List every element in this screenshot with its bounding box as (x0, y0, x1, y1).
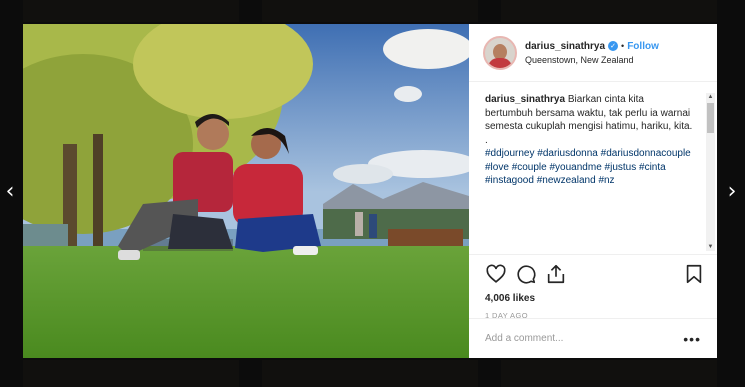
heart-icon[interactable] (485, 263, 507, 285)
hashtag-link[interactable]: #love (485, 162, 509, 173)
caption-username[interactable]: darius_sinathrya (485, 94, 565, 105)
post-header: darius_sinathrya ✓ • Follow Queenstown, … (469, 24, 717, 82)
previous-post-button[interactable]: ‹ (0, 180, 20, 204)
username-link[interactable]: darius_sinathrya (525, 41, 605, 52)
hashtag-link[interactable]: #newzealand (537, 175, 596, 186)
comment-input[interactable] (485, 333, 684, 344)
comment-icon[interactable] (515, 263, 537, 285)
avatar[interactable] (483, 35, 517, 70)
hashtag-link[interactable]: #dariusdonnacouple (601, 148, 691, 159)
header-line: darius_sinathrya ✓ • Follow (525, 41, 659, 52)
hashtag-link[interactable]: #couple (512, 162, 547, 173)
avatar-body (488, 57, 512, 68)
caption-scroll-area[interactable]: darius_sinathrya Biarkan cinta kita bert… (469, 83, 717, 251)
share-icon[interactable] (545, 263, 567, 285)
verified-badge-icon: ✓ (608, 41, 619, 51)
bookmark-icon[interactable] (683, 263, 705, 285)
hashtag-link[interactable]: #justus (605, 162, 637, 173)
action-icons-row (485, 258, 702, 290)
post-sidebar: darius_sinathrya ✓ • Follow Queenstown, … (469, 24, 717, 358)
hashtag-link[interactable]: #youandme (550, 162, 602, 173)
header-text: darius_sinathrya ✓ • Follow Queenstown, … (525, 41, 659, 65)
hashtag-link[interactable]: #cinta (639, 162, 666, 173)
post-photo (23, 24, 469, 358)
separator-dot: • (621, 41, 625, 51)
scroll-down-arrow-icon[interactable]: ▼ (707, 243, 714, 251)
next-post-button[interactable]: › (722, 180, 742, 204)
post-modal: darius_sinathrya ✓ • Follow Queenstown, … (23, 24, 717, 358)
hashtag-link[interactable]: #dariusdonna (537, 148, 598, 159)
hashtag-link[interactable]: #ddjourney (485, 148, 534, 159)
comment-form: ••• (469, 318, 717, 358)
more-options-button[interactable]: ••• (683, 332, 701, 346)
hashtag-link[interactable]: #instagood (485, 175, 534, 186)
post-photo-illustration (23, 24, 469, 358)
scroll-up-arrow-icon[interactable]: ▲ (707, 93, 714, 101)
follow-button[interactable]: Follow (627, 41, 659, 52)
location-link[interactable]: Queenstown, New Zealand (525, 55, 659, 65)
scrollbar-thumb[interactable] (707, 103, 714, 133)
hashtag-link[interactable]: #nz (598, 175, 614, 186)
likes-count[interactable]: 4,006 likes (485, 293, 701, 304)
caption: darius_sinathrya Biarkan cinta kita bert… (485, 93, 693, 188)
caption-scrollbar[interactable]: ▲ ▼ (706, 93, 715, 251)
